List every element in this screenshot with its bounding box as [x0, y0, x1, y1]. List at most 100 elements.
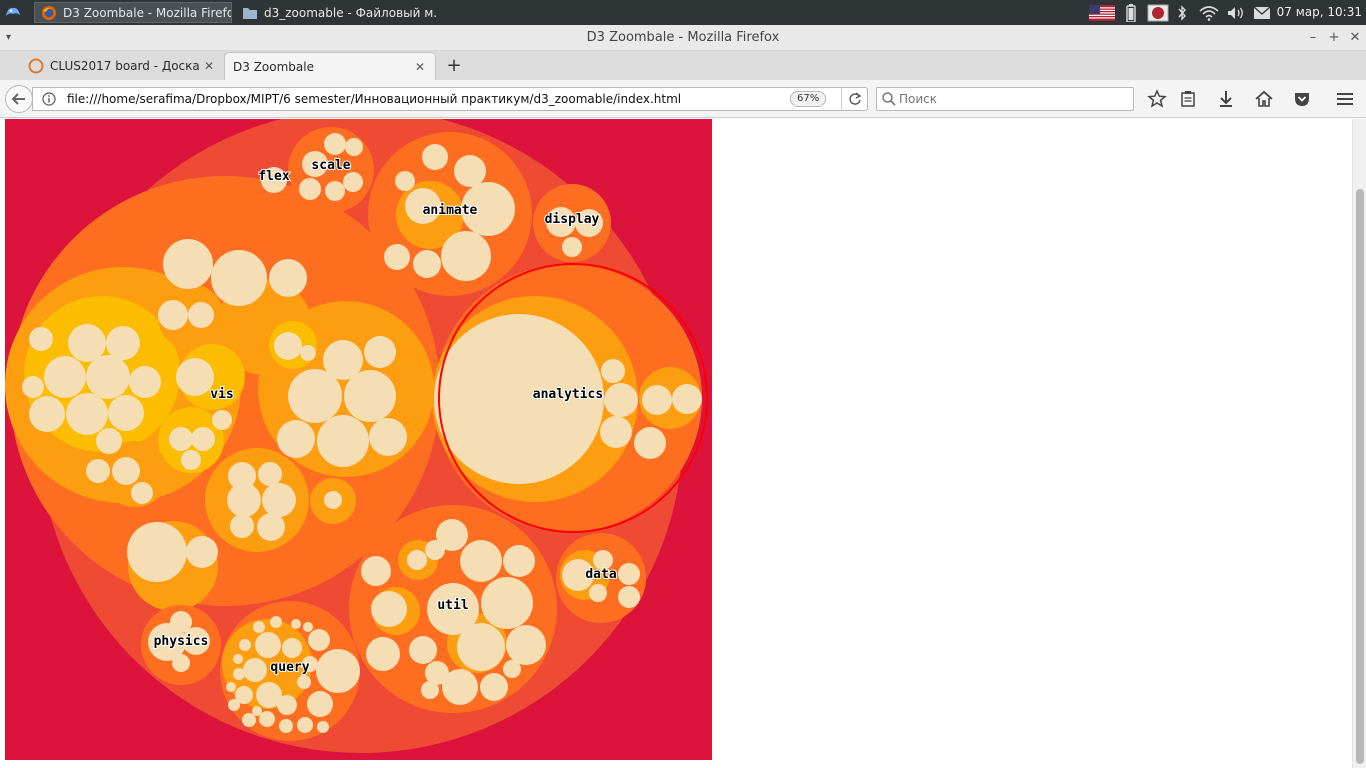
- vis-leaf-4[interactable]: [211, 250, 267, 306]
- vis-leaf-15[interactable]: [22, 376, 44, 398]
- data-leaf-5[interactable]: [618, 586, 640, 608]
- util-leaf-18[interactable]: [421, 681, 439, 699]
- util-leaf-6[interactable]: [481, 577, 533, 629]
- query-leaf-7[interactable]: [308, 629, 330, 651]
- analytics-leaf-6[interactable]: [642, 385, 672, 415]
- vis-leaf-18[interactable]: [188, 302, 214, 328]
- tab-clus2017[interactable]: CLUS2017 board - Доска ... ✕: [20, 52, 224, 80]
- vis-leaf-19[interactable]: [176, 358, 214, 396]
- vis-leaf-40[interactable]: [274, 332, 302, 360]
- vis-leaf-38[interactable]: [317, 415, 369, 467]
- vis-leaf-25[interactable]: [112, 457, 140, 485]
- vis-leaf-36[interactable]: [344, 370, 396, 422]
- zoomable-circle-pack[interactable]: flex scale animate display vis analytics…: [5, 119, 712, 760]
- vis-leaf-42[interactable]: [324, 491, 342, 509]
- util-leaf-4[interactable]: [361, 556, 391, 586]
- scale-leaf-6[interactable]: [345, 138, 363, 156]
- analytics-leaf-4[interactable]: [600, 416, 632, 448]
- minimize-icon[interactable]: –: [1304, 25, 1322, 51]
- animate-leaf-6[interactable]: [413, 250, 441, 278]
- info-icon[interactable]: [42, 92, 56, 106]
- vis-leaf-12[interactable]: [66, 393, 108, 435]
- new-tab-button[interactable]: +: [444, 56, 464, 76]
- vis-leaf-22[interactable]: [191, 427, 215, 451]
- back-button[interactable]: [5, 85, 33, 113]
- app-menu-icon[interactable]: [2, 2, 24, 23]
- vis-leaf-13[interactable]: [108, 395, 144, 431]
- wifi-icon[interactable]: [1198, 3, 1220, 22]
- util-leaf-15[interactable]: [442, 669, 478, 705]
- search-box[interactable]: [876, 87, 1134, 111]
- display-leaf-3[interactable]: [562, 237, 582, 257]
- vis-leaf-9[interactable]: [86, 355, 130, 399]
- animate-leaf-2[interactable]: [454, 155, 486, 187]
- query-leaf-12[interactable]: [259, 711, 275, 727]
- scale-leaf-4[interactable]: [325, 181, 345, 201]
- query-leaf-19[interactable]: [291, 619, 301, 629]
- url-bar[interactable]: file:///home/serafima/Dropbox/MIPT/6 sem…: [32, 87, 868, 111]
- util-leaf-11[interactable]: [506, 625, 546, 665]
- vis-leaf-28[interactable]: [258, 462, 282, 486]
- scale-leaf-2[interactable]: [324, 133, 346, 155]
- util-leaf-13[interactable]: [366, 637, 400, 671]
- vis-leaf-5[interactable]: [269, 259, 307, 297]
- vis-leaf-2[interactable]: [186, 536, 218, 568]
- bluetooth-icon[interactable]: [1175, 3, 1189, 22]
- taskbar-item-firefox[interactable]: D3 Zoombale - Mozilla Firefox: [34, 2, 232, 23]
- clock[interactable]: 07 мар, 10:31: [1277, 0, 1362, 25]
- query-leaf-3[interactable]: [243, 658, 267, 682]
- query-leaf-11[interactable]: [279, 719, 293, 733]
- vis-leaf-39[interactable]: [369, 418, 407, 456]
- scale-leaf-3[interactable]: [299, 178, 321, 200]
- vis-leaf-10[interactable]: [129, 366, 161, 398]
- window-titlebar[interactable]: ▾ D3 Zoombale - Mozilla Firefox – + ✕: [0, 25, 1366, 51]
- vis-leaf-7[interactable]: [106, 326, 140, 360]
- reload-button[interactable]: [841, 88, 867, 110]
- util-leaf-17[interactable]: [503, 660, 521, 678]
- close-window-icon[interactable]: ✕: [1346, 25, 1364, 51]
- vis-leaf-20[interactable]: [212, 410, 232, 430]
- record-icon[interactable]: [1146, 3, 1170, 22]
- us-flag-icon[interactable]: [1088, 3, 1116, 22]
- vis-leaf-6[interactable]: [68, 324, 106, 362]
- query-leaf-25[interactable]: [226, 682, 236, 692]
- analytics-leaf-2[interactable]: [604, 383, 638, 417]
- vis-leaf-29[interactable]: [227, 483, 261, 517]
- physics-leaf-3[interactable]: [170, 611, 192, 633]
- menu-button[interactable]: [1334, 88, 1356, 110]
- zoom-indicator[interactable]: 67%: [790, 91, 827, 107]
- query-leaf-9[interactable]: [277, 695, 297, 715]
- vis-leaf-30[interactable]: [262, 483, 296, 517]
- query-leaf-15[interactable]: [233, 654, 243, 664]
- data-leaf-3[interactable]: [618, 563, 640, 585]
- analytics-leaf-5[interactable]: [634, 427, 666, 459]
- query-leaf-22[interactable]: [297, 675, 311, 689]
- vis-leaf-24[interactable]: [86, 459, 110, 483]
- vis-leaf-34[interactable]: [364, 336, 396, 368]
- vertical-scrollbar[interactable]: [1352, 119, 1366, 768]
- query-leaf-17[interactable]: [253, 621, 265, 633]
- query-leaf-1[interactable]: [316, 649, 360, 693]
- query-leaf-20[interactable]: [303, 622, 313, 632]
- analytics-leaf-3[interactable]: [601, 359, 625, 383]
- mail-icon[interactable]: [1252, 3, 1272, 22]
- window-menu-icon[interactable]: ▾: [6, 25, 11, 51]
- analytics-leaf-7[interactable]: [672, 384, 702, 414]
- animate-leaf-8[interactable]: [395, 171, 415, 191]
- vis-leaf-21[interactable]: [169, 427, 193, 451]
- query-leaf-26[interactable]: [228, 699, 240, 711]
- vis-leaf-1[interactable]: [127, 522, 187, 582]
- util-leaf-9[interactable]: [425, 540, 445, 560]
- physics-leaf-4[interactable]: [172, 654, 190, 672]
- vis-leaf-37[interactable]: [277, 420, 315, 458]
- vis-leaf-17[interactable]: [158, 300, 188, 330]
- data-leaf-4[interactable]: [589, 584, 607, 602]
- query-leaf-23[interactable]: [317, 721, 329, 733]
- tab-close-icon[interactable]: ✕: [413, 60, 427, 74]
- scrollbar-thumb[interactable]: [1356, 189, 1364, 764]
- query-leaf-24[interactable]: [252, 706, 262, 716]
- vis-leaf-31[interactable]: [230, 514, 254, 538]
- tab-close-icon[interactable]: ✕: [202, 59, 216, 73]
- query-leaf-14[interactable]: [233, 668, 245, 680]
- animate-leaf-5[interactable]: [441, 231, 491, 281]
